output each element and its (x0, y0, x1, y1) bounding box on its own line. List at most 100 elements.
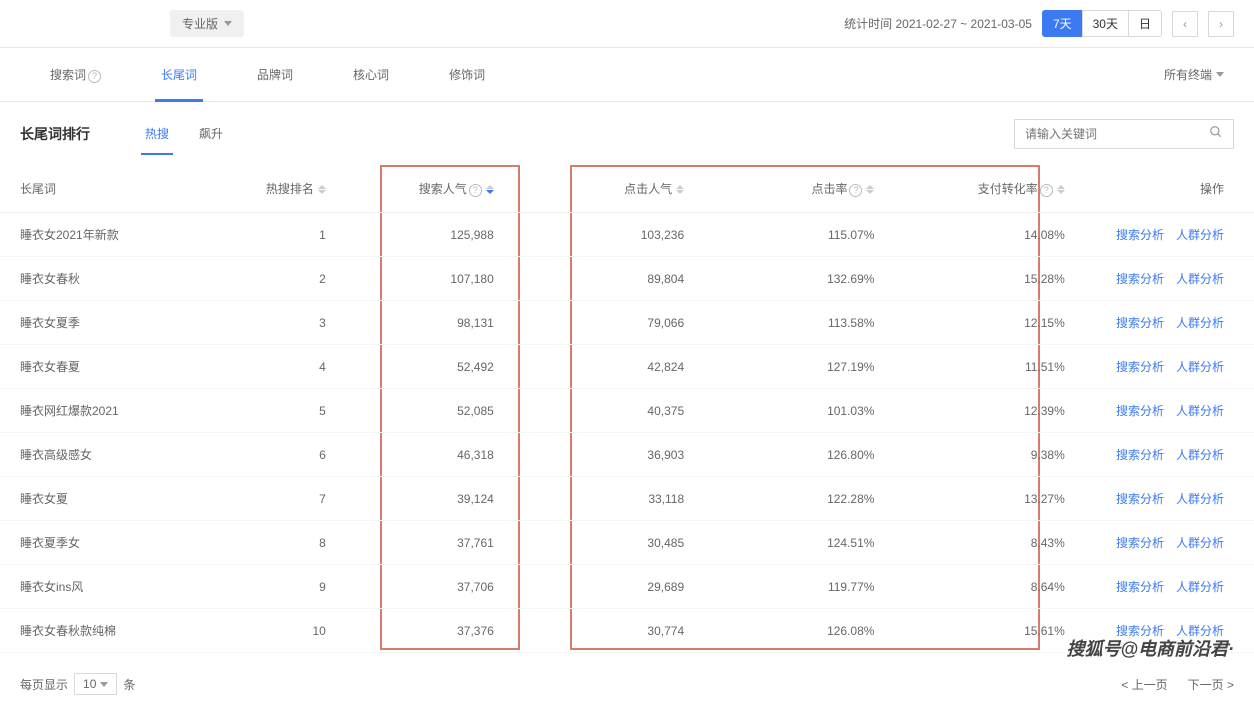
cell-word: 睡衣网红爆款2021 (0, 389, 202, 433)
cell-rate: 115.07% (694, 213, 884, 257)
cell-conversion: 11.51% (884, 345, 1074, 389)
cell-conversion: 12.39% (884, 389, 1074, 433)
col-header-rank[interactable]: 热搜排名 (202, 165, 336, 213)
prev-period-button[interactable]: ‹ (1172, 11, 1198, 37)
action-crowd-analysis[interactable]: 人群分析 (1176, 448, 1224, 462)
time-btn-30d[interactable]: 30天 (1082, 10, 1128, 37)
action-search-analysis[interactable]: 搜索分析 (1116, 360, 1164, 374)
action-crowd-analysis[interactable]: 人群分析 (1176, 580, 1224, 594)
time-range-group: 7天 30天 日 (1042, 10, 1162, 37)
help-icon[interactable]: ? (849, 184, 862, 197)
per-page-suffix: 条 (123, 676, 135, 693)
action-crowd-analysis[interactable]: 人群分析 (1176, 228, 1224, 242)
cell-conversion: 8.64% (884, 565, 1074, 609)
page-size-select[interactable]: 10 (74, 673, 117, 695)
top-bar: 专业版 统计时间 2021-02-27 ~ 2021-03-05 7天 30天 … (0, 0, 1254, 48)
cell-click: 103,236 (504, 213, 694, 257)
cell-action: 搜索分析人群分析 (1075, 345, 1254, 389)
cell-popularity: 125,988 (336, 213, 504, 257)
col-header-conversion[interactable]: 支付转化率? (884, 165, 1074, 213)
col-header-popularity[interactable]: 搜索人气? (336, 165, 504, 213)
date-range-label: 统计时间 2021-02-27 ~ 2021-03-05 (844, 15, 1032, 32)
time-btn-day[interactable]: 日 (1128, 10, 1162, 37)
cell-rate: 122.28% (694, 477, 884, 521)
action-search-analysis[interactable]: 搜索分析 (1116, 272, 1164, 286)
action-search-analysis[interactable]: 搜索分析 (1116, 492, 1164, 506)
cell-click: 29,689 (504, 565, 694, 609)
sort-icon (866, 185, 874, 194)
cell-rank: 9 (202, 565, 336, 609)
cell-popularity: 37,376 (336, 609, 504, 653)
cell-conversion: 13.27% (884, 477, 1074, 521)
cell-action: 搜索分析人群分析 (1075, 213, 1254, 257)
terminal-select[interactable]: 所有终端 (1164, 66, 1234, 83)
cell-action: 搜索分析人群分析 (1075, 565, 1254, 609)
time-btn-7d[interactable]: 7天 (1042, 10, 1082, 37)
cell-rate: 127.19% (694, 345, 884, 389)
table-row: 睡衣女ins风937,70629,689119.77%8.64%搜索分析人群分析 (0, 565, 1254, 609)
tab-modifier-word[interactable]: 修饰词 (419, 48, 515, 101)
action-search-analysis[interactable]: 搜索分析 (1116, 580, 1164, 594)
nav-tabs: 搜索词? 长尾词 品牌词 核心词 修饰词 所有终端 (0, 48, 1254, 102)
subtab-hot[interactable]: 热搜 (130, 117, 184, 150)
cell-popularity: 52,492 (336, 345, 504, 389)
tab-core-word[interactable]: 核心词 (323, 48, 419, 101)
next-page[interactable]: 下一页 > (1188, 676, 1234, 693)
prev-page[interactable]: < 上一页 (1121, 676, 1167, 693)
action-crowd-analysis[interactable]: 人群分析 (1176, 272, 1224, 286)
cell-action: 搜索分析人群分析 (1075, 257, 1254, 301)
cell-rate: 132.69% (694, 257, 884, 301)
cell-conversion: 8.43% (884, 521, 1074, 565)
cell-conversion: 15.61% (884, 609, 1074, 653)
action-search-analysis[interactable]: 搜索分析 (1116, 228, 1164, 242)
search-input[interactable] (1015, 127, 1199, 141)
chevron-down-icon (224, 21, 232, 26)
help-icon[interactable]: ? (88, 70, 101, 83)
search-box (1014, 119, 1234, 149)
table-row: 睡衣女春夏452,49242,824127.19%11.51%搜索分析人群分析 (0, 345, 1254, 389)
cell-word: 睡衣女夏 (0, 477, 202, 521)
cell-word: 睡衣女春夏 (0, 345, 202, 389)
cell-rank: 10 (202, 609, 336, 653)
subtab-rise[interactable]: 飙升 (184, 117, 238, 150)
help-icon[interactable]: ? (1040, 184, 1053, 197)
top-right: 统计时间 2021-02-27 ~ 2021-03-05 7天 30天 日 ‹ … (844, 10, 1234, 37)
cell-action: 搜索分析人群分析 (1075, 433, 1254, 477)
action-search-analysis[interactable]: 搜索分析 (1116, 448, 1164, 462)
action-crowd-analysis[interactable]: 人群分析 (1176, 404, 1224, 418)
tab-brand-word[interactable]: 品牌词 (227, 48, 323, 101)
cell-action: 搜索分析人群分析 (1075, 477, 1254, 521)
action-search-analysis[interactable]: 搜索分析 (1116, 404, 1164, 418)
cell-popularity: 39,124 (336, 477, 504, 521)
action-crowd-analysis[interactable]: 人群分析 (1176, 492, 1224, 506)
table-row: 睡衣网红爆款2021552,08540,375101.03%12.39%搜索分析… (0, 389, 1254, 433)
table-header-row: 长尾词 热搜排名 搜索人气? 点击人气 点击率? 支付转化率? 操作 (0, 165, 1254, 213)
col-header-action: 操作 (1075, 165, 1254, 213)
section-header: 长尾词排行 热搜 飙升 (0, 102, 1254, 165)
action-search-analysis[interactable]: 搜索分析 (1116, 316, 1164, 330)
tab-search-word[interactable]: 搜索词? (20, 48, 131, 101)
sort-icon (676, 185, 684, 194)
action-crowd-analysis[interactable]: 人群分析 (1176, 316, 1224, 330)
cell-word: 睡衣女夏季 (0, 301, 202, 345)
col-header-click[interactable]: 点击人气 (504, 165, 694, 213)
tab-longtail-word[interactable]: 长尾词 (131, 48, 227, 101)
action-crowd-analysis[interactable]: 人群分析 (1176, 536, 1224, 550)
version-select[interactable]: 专业版 (170, 10, 244, 37)
next-period-button[interactable]: › (1208, 11, 1234, 37)
cell-rate: 101.03% (694, 389, 884, 433)
col-header-rate[interactable]: 点击率? (694, 165, 884, 213)
section-title: 长尾词排行 (20, 124, 90, 144)
cell-click: 33,118 (504, 477, 694, 521)
cell-conversion: 12.15% (884, 301, 1074, 345)
help-icon[interactable]: ? (469, 184, 482, 197)
action-crowd-analysis[interactable]: 人群分析 (1176, 360, 1224, 374)
action-search-analysis[interactable]: 搜索分析 (1116, 536, 1164, 550)
per-page-label: 每页显示 (20, 676, 68, 693)
cell-rank: 6 (202, 433, 336, 477)
cell-action: 搜索分析人群分析 (1075, 521, 1254, 565)
search-icon[interactable] (1199, 125, 1233, 142)
table-row: 睡衣夏季女837,76130,485124.51%8.43%搜索分析人群分析 (0, 521, 1254, 565)
cell-click: 40,375 (504, 389, 694, 433)
table-row: 睡衣女夏季398,13179,066113.58%12.15%搜索分析人群分析 (0, 301, 1254, 345)
